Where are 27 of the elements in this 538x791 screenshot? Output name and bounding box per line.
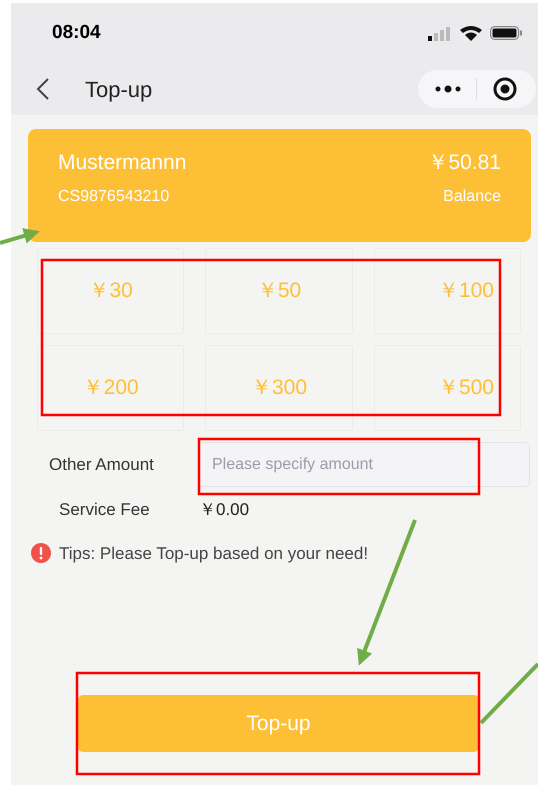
amount-input[interactable]: Please specify amount (198, 442, 530, 487)
signal-icon (428, 26, 452, 40)
wifi-icon (460, 25, 482, 41)
account-name: Mustermannn (58, 150, 186, 176)
account-id: CS9876543210 (58, 187, 170, 207)
warning-icon (31, 543, 51, 564)
target-icon[interactable] (492, 76, 518, 102)
pointer-arrow (0, 228, 40, 245)
amount-option[interactable]: ￥100 (374, 248, 521, 334)
amount-option[interactable]: ￥500 (374, 345, 521, 431)
status-time: 08:04 (52, 20, 101, 45)
capsule-menu[interactable] (418, 70, 536, 108)
service-fee-value: ￥0.00 (199, 499, 250, 521)
amount-option[interactable]: ￥30 (37, 248, 184, 334)
more-icon[interactable] (435, 85, 461, 93)
balance-amount: ￥50.81 (427, 150, 501, 176)
top-up-button[interactable]: Top-up (78, 695, 479, 752)
amount-option[interactable]: ￥300 (205, 345, 353, 431)
tip-text: Tips: Please Top-up based on your need! (59, 542, 368, 564)
service-fee-label: Service Fee (59, 499, 151, 521)
amount-option[interactable]: ￥200 (37, 345, 184, 431)
balance-label: Balance (443, 187, 501, 207)
page-title: Top-up (85, 76, 152, 104)
battery-icon (490, 26, 522, 40)
other-amount-label: Other Amount (49, 454, 155, 476)
amount-option[interactable]: ￥50 (205, 248, 353, 334)
back-icon[interactable] (35, 77, 51, 101)
